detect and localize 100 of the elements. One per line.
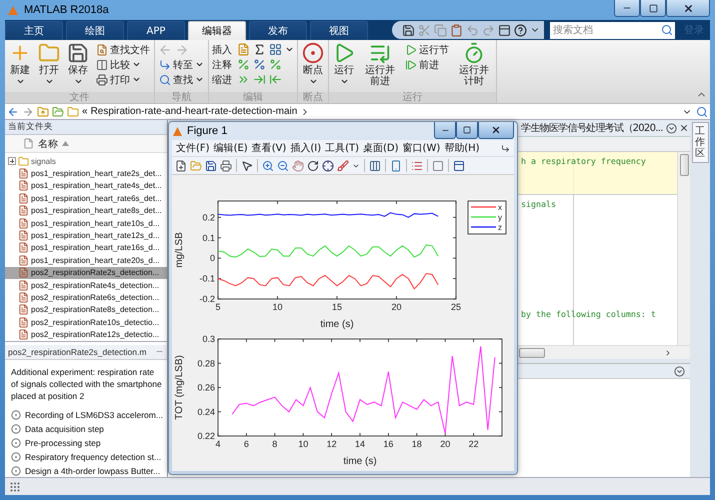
scrollbar[interactable] — [677, 152, 690, 345]
menu-item[interactable]: 窗口(W) — [402, 141, 440, 155]
ribbon-button[interactable]: 转至 — [158, 57, 205, 72]
save-icon[interactable] — [402, 24, 415, 36]
ribbon-button[interactable]: 运行并前进 — [361, 42, 399, 92]
section-link[interactable]: Recording of LSM6DS3 accelerom... — [25, 410, 163, 420]
file-row[interactable]: pos1_respiration_heart_rate20s_d... — [5, 254, 167, 267]
file-row[interactable]: signals — [5, 155, 167, 168]
file-row[interactable]: pos2_respirationRate8s_detection... — [5, 304, 167, 316]
file-icon — [18, 180, 29, 192]
caret-icon[interactable] — [666, 122, 677, 134]
tick-label: 0.24 — [197, 406, 215, 417]
file-row[interactable]: pos2_respirationRate4s_detection... — [5, 278, 167, 292]
printer-icon[interactable] — [220, 160, 232, 172]
menu-item[interactable]: 插入(I) — [290, 141, 322, 155]
sigma-icon[interactable] — [253, 43, 266, 56]
path-segment[interactable]: Respiration-rate-and-heart-rate-detection-main — [90, 106, 298, 117]
file-row[interactable]: pos1_respiration_heart_rate10s_d... — [5, 216, 167, 230]
menu-item[interactable]: 桌面(D) — [363, 141, 399, 155]
minimize-button[interactable] — [614, 0, 640, 17]
ribbon-tab[interactable]: 视图 — [310, 21, 368, 40]
legend-line — [471, 216, 496, 218]
grip-icon[interactable] — [9, 480, 21, 492]
scrollbar-thumb[interactable] — [680, 154, 688, 176]
side-tab[interactable]: 工作区 — [692, 122, 708, 163]
ribbon-button[interactable]: 查找 — [158, 72, 205, 87]
ribbon-button[interactable]: 查找文件 — [95, 42, 151, 57]
file-row[interactable]: pos1_respiration_heart_rate4s_det... — [5, 180, 167, 192]
brush-icon[interactable] — [337, 160, 349, 172]
file-row[interactable]: pos1_respiration_heart_rate2s_det... — [5, 167, 167, 180]
ribbon-label: 注释 — [212, 58, 232, 72]
maximize-button[interactable] — [640, 0, 666, 17]
file-name: signals — [31, 156, 56, 166]
ribbon-tab[interactable]: APP — [127, 21, 185, 40]
crosshair-icon[interactable] — [322, 160, 334, 172]
grid-icon[interactable] — [269, 43, 282, 56]
ribbon-tab[interactable]: 发布 — [249, 21, 307, 40]
file-row[interactable]: pos2_respirationRate6s_detection... — [5, 291, 167, 304]
column-header[interactable]: 名称 — [38, 136, 58, 150]
percent-icon[interactable] — [253, 58, 266, 71]
window-icon[interactable] — [498, 24, 511, 36]
file-row[interactable]: pos1_respiration_heart_rate6s_det... — [5, 192, 167, 205]
file-row[interactable]: pos2_respirationRate10s_detectio... — [5, 316, 167, 328]
menu-item[interactable]: 文件(F) — [176, 141, 210, 155]
close-button[interactable] — [666, 0, 710, 17]
section-link[interactable]: Data acquisition step — [25, 424, 104, 434]
pointer-icon[interactable] — [241, 160, 253, 172]
file-name: pos1_respiration_heart_rate4s_det... — [31, 181, 162, 190]
ribbon-button[interactable]: 断点 — [301, 42, 325, 92]
clipboard-icon[interactable] — [450, 24, 463, 36]
ribbon-button[interactable]: 打开 — [37, 42, 61, 92]
ribbon-tab[interactable]: 绘图 — [66, 21, 124, 40]
close-icon[interactable] — [679, 123, 689, 133]
file-row[interactable]: pos2_respirationRate12s_detectio... — [5, 328, 167, 341]
ribbon-button[interactable]: 新建 — [8, 42, 32, 92]
legend-line — [471, 206, 496, 208]
scrollbar[interactable] — [519, 345, 690, 359]
arrow-left-icon[interactable] — [7, 106, 19, 118]
search-field[interactable]: 搜索文档 — [550, 22, 658, 38]
new-file-icon[interactable] — [175, 160, 187, 172]
folder-icon — [18, 156, 29, 167]
ribbon-button[interactable]: 比较 — [95, 57, 151, 72]
scrollbar-thumb[interactable] — [519, 348, 545, 358]
search-icon[interactable] — [696, 106, 708, 118]
section-link[interactable]: Pre-processing step — [25, 438, 101, 448]
caret-icon[interactable] — [674, 366, 685, 376]
menu-item[interactable]: 帮助(H) — [444, 141, 480, 155]
ribbon-button[interactable]: 运行 — [332, 42, 356, 92]
square-icon[interactable] — [432, 160, 444, 172]
file-row[interactable]: pos1_respiration_heart_rate8s_det... — [5, 204, 167, 217]
zoom-out-icon[interactable] — [277, 160, 289, 172]
editor-tab[interactable]: 学生物医学信号处理考试（2020... — [521, 121, 663, 135]
folder-icon[interactable] — [52, 106, 64, 118]
file-row[interactable]: pos1_respiration_heart_rate12s_d... — [5, 229, 167, 242]
ribbon-tab[interactable]: 主页 — [5, 21, 63, 40]
save-icon[interactable] — [205, 160, 217, 172]
ribbon-button[interactable]: 运行并计时 — [455, 42, 493, 92]
menu-item[interactable]: 工具(T) — [325, 141, 360, 155]
menu-item[interactable]: 编辑(E) — [214, 141, 248, 155]
ribbon-button[interactable]: 运行节 — [404, 42, 450, 57]
section-link[interactable]: Respiratory frequency detection st... — [25, 452, 162, 462]
file-row[interactable]: pos1_respiration_heart_rate16s_d... — [5, 242, 167, 254]
expand-icon[interactable] — [8, 157, 16, 166]
zoom-in-icon[interactable] — [262, 160, 274, 172]
ribbon-button[interactable]: 保存 — [66, 42, 90, 92]
file-row[interactable]: pos2_respirationRate2s_detection... — [5, 266, 167, 279]
panel-icon[interactable] — [453, 160, 465, 172]
maximize-button[interactable] — [456, 122, 478, 139]
arrow-right-icon[interactable] — [22, 106, 34, 118]
ribbon-button[interactable]: 前进 — [404, 57, 450, 72]
close-button[interactable] — [478, 122, 514, 139]
folder-up-icon[interactable] — [37, 106, 49, 118]
ribbon-button[interactable]: 打印 — [95, 72, 151, 87]
search-button[interactable] — [658, 22, 675, 38]
help-icon[interactable] — [514, 24, 527, 36]
ribbon-tab[interactable]: 编辑器 — [188, 21, 246, 40]
section-link[interactable]: Design a 4th-order lowpass Butter... — [25, 466, 160, 476]
rotate-icon[interactable] — [307, 160, 319, 172]
menu-item[interactable]: 查看(V) — [252, 141, 286, 155]
minimize-button[interactable] — [434, 122, 456, 139]
